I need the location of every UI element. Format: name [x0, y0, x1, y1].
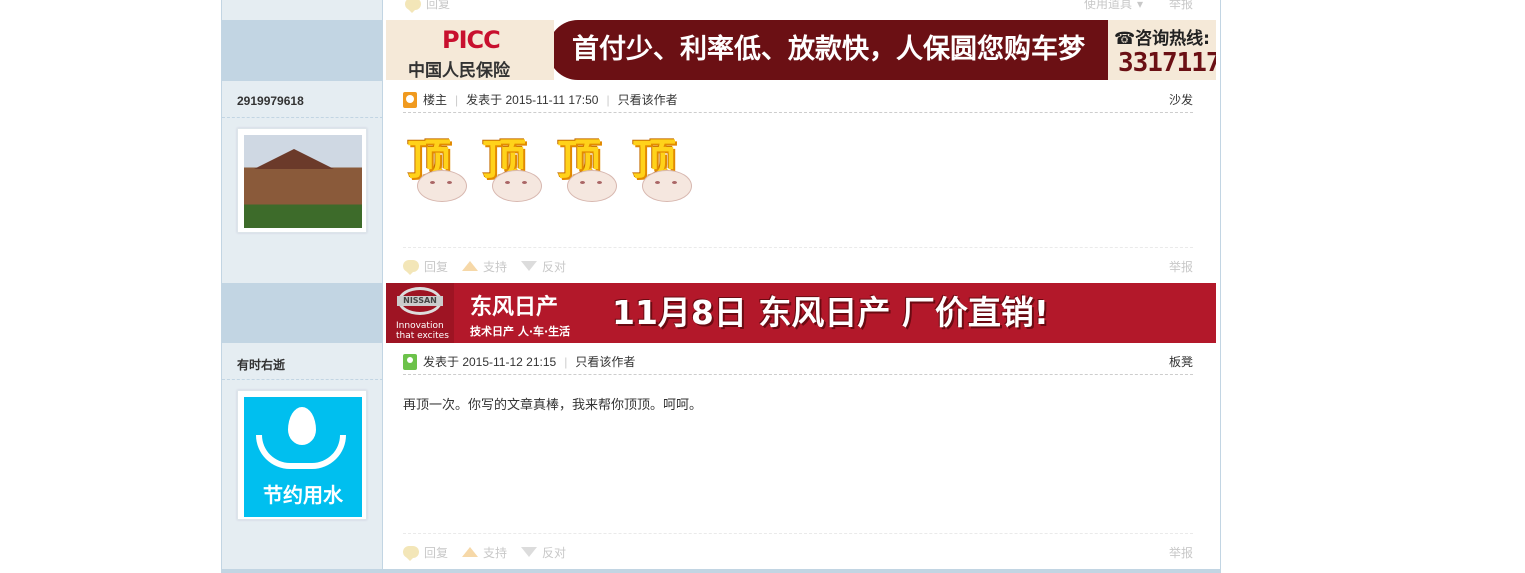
nissan-slogan: 11月8日 东风日产 厂价直销! — [612, 293, 1049, 332]
author-username[interactable]: 有时右逝 — [237, 356, 285, 373]
oppose-action[interactable]: 反对 — [521, 544, 566, 561]
picc-ad-banner[interactable]: PICC 中国人民保险 首付少、利率低、放款快，人保圆您购车梦 ☎咨询热线: 3… — [386, 20, 1216, 80]
avatar[interactable] — [237, 128, 367, 233]
reply-label: 回复 — [426, 0, 451, 11]
post-header-2: 发表于 2015-11-12 21:15 | 只看该作者 板凳 — [403, 350, 1193, 375]
hotline-number: 3317117 — [1118, 48, 1216, 78]
floor-number[interactable]: 板凳 — [1169, 351, 1193, 373]
host-label: 楼主 — [423, 93, 448, 107]
ding-emoticon: 顶 — [403, 124, 478, 204]
post-bottom-bar — [222, 569, 1220, 573]
nissan-tagline: Innovation that excites — [396, 321, 449, 341]
thumb-up-icon — [462, 261, 479, 271]
nissan-emblem: NISSAN — [397, 296, 443, 306]
thumb-down-icon — [521, 547, 538, 557]
sidebar-strip-top — [222, 0, 383, 20]
picc-logo-mark: PICC — [442, 26, 501, 54]
chevron-down-icon: ▾ — [1136, 0, 1143, 11]
ad-sidebar-block — [222, 20, 383, 81]
picc-company-name: 中国人民保险 — [408, 61, 510, 80]
reply-icon — [405, 0, 421, 13]
host-icon — [403, 92, 417, 108]
ding-emoticon: 顶 — [628, 124, 703, 204]
post-header-1: 楼主 | 发表于 2015-11-11 17:50 | 只看该作者 沙发 — [403, 88, 1193, 113]
thumb-down-icon — [521, 261, 538, 271]
divider — [222, 117, 383, 118]
author-username[interactable]: 2919979618 — [237, 94, 304, 108]
only-author-link[interactable]: 只看该作者 — [618, 89, 678, 111]
prev-post-actions: 回复 使用道具 ▾ 举报 — [405, 0, 1193, 14]
post-actions-2: 回复 支持 反对 举报 — [403, 533, 1193, 570]
report-link[interactable]: 举报 — [1169, 258, 1193, 275]
author-sidebar-2: 有时右逝 节约用水 — [222, 343, 383, 573]
nissan-ad-banner[interactable]: NISSAN Innovation that excites 东风日产 技术日产… — [386, 283, 1216, 343]
thumb-up-icon — [462, 547, 479, 557]
post-time: 发表于 2015-11-11 17:50 — [466, 93, 599, 107]
tools-dropdown[interactable]: 使用道具 ▾ — [1084, 0, 1143, 14]
avatar-image-water: 节约用水 — [244, 397, 362, 517]
nissan-brand: 东风日产 技术日产 人·车·生活 — [454, 283, 594, 343]
thread-container: 回复 使用道具 ▾ 举报 PICC 中国人民保险 首付少、利率低、放款快，人保圆您… — [221, 0, 1221, 573]
avatar[interactable]: 节约用水 — [237, 390, 367, 520]
nissan-brand-name: 东风日产 — [470, 295, 559, 320]
only-author-link[interactable]: 只看该作者 — [575, 351, 635, 373]
ding-emoticon-row: 顶 顶 顶 顶 — [403, 124, 1193, 204]
report-link[interactable]: 举报 — [1169, 544, 1193, 561]
separator: | — [564, 355, 568, 369]
post-time: 发表于 2015-11-12 21:15 — [423, 355, 557, 369]
reply-icon — [403, 546, 419, 561]
nissan-logo: NISSAN Innovation that excites — [386, 283, 454, 343]
tools-label: 使用道具 — [1083, 0, 1132, 11]
ad-sidebar-block — [222, 283, 383, 343]
ding-emoticon: 顶 — [478, 124, 553, 204]
divider — [222, 379, 383, 380]
support-action[interactable]: 支持 — [462, 258, 507, 275]
reply-action[interactable]: 回复 — [403, 544, 448, 561]
oppose-action[interactable]: 反对 — [521, 258, 566, 275]
post-body-1: 顶 顶 顶 顶 — [403, 124, 1193, 204]
picc-logo: PICC 中国人民保险 — [386, 20, 554, 80]
separator: | — [455, 93, 459, 107]
nissan-brand-sub: 技术日产 人·车·生活 — [470, 325, 571, 338]
picc-slogan: 首付少、利率低、放款快，人保圆您购车梦 — [548, 20, 1108, 80]
reply-action-prev[interactable]: 回复 — [405, 0, 450, 14]
author-sidebar-1: 2919979618 — [222, 81, 383, 283]
avatar-text: 节约用水 — [263, 483, 343, 507]
picc-hotline: ☎咨询热线: 3317117 — [1108, 20, 1216, 80]
post-message: 再顶一次。你写的文章真棒，我来帮你顶顶。呵呵。 — [403, 397, 703, 412]
hotline-label: ☎咨询热线: — [1114, 29, 1210, 49]
report-link-prev[interactable]: 举报 — [1169, 0, 1193, 14]
support-action[interactable]: 支持 — [462, 544, 507, 561]
floor-number[interactable]: 沙发 — [1169, 89, 1193, 111]
ding-emoticon: 顶 — [553, 124, 628, 204]
separator: | — [606, 93, 610, 107]
post-actions-1: 回复 支持 反对 举报 — [403, 247, 1193, 284]
avatar-image-house — [244, 135, 362, 228]
user-icon — [403, 354, 417, 370]
reply-action[interactable]: 回复 — [403, 258, 448, 275]
post-body-2: 再顶一次。你写的文章真棒，我来帮你顶顶。呵呵。 — [403, 394, 1193, 413]
reply-icon — [403, 260, 419, 275]
